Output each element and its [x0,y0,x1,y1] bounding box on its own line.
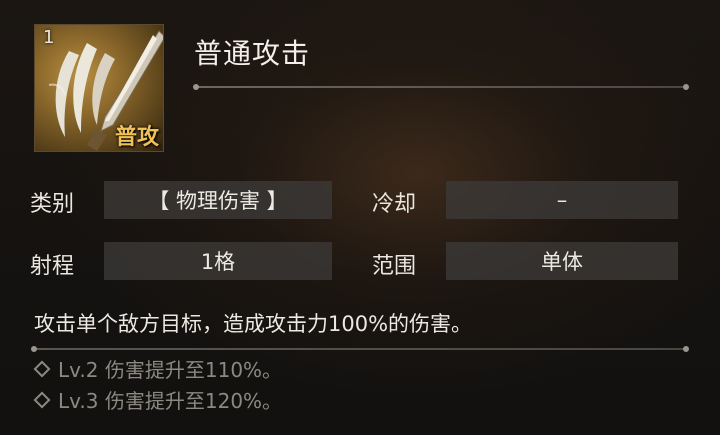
diamond-bullet-icon [33,391,51,408]
divider-dot-left [193,84,199,90]
skill-icon-frame: 1 普攻 [34,24,164,152]
category-label: 类别 [30,192,75,217]
area-value: 单体 [446,242,678,280]
category-value: 【 物理伤害 】 [104,181,332,219]
skill-title: 普通攻击 [194,37,311,70]
skill-level-number: 1 [43,27,55,48]
cooldown-label: 冷却 [372,192,417,217]
divider-dot-left [31,346,37,352]
upgrade-text: Lv.2 伤害提升至110%。 [58,358,283,382]
title-divider [196,86,686,88]
cooldown-value: – [446,181,678,219]
description-divider [34,348,686,350]
divider-dot-right [683,346,689,352]
upgrade-item: Lv.2 伤害提升至110%。 [33,354,283,383]
range-value: 1格 [104,242,332,280]
upgrade-item: Lv.3 伤害提升至120%。 [33,385,283,414]
area-label: 范围 [372,254,417,279]
skill-description: 攻击单个敌方目标，造成攻击力100%的伤害。 [34,312,473,336]
range-label: 射程 [30,254,75,279]
divider-dot-right [683,84,689,90]
skill-type-tag: 普攻 [114,125,159,150]
skill-tooltip-panel: 1 普攻 普通攻击 类别 【 物理伤害 】 冷却 – 射程 1格 范围 单体 攻… [0,0,720,435]
upgrade-text: Lv.3 伤害提升至120%。 [58,389,283,413]
diamond-bullet-icon [33,360,51,377]
